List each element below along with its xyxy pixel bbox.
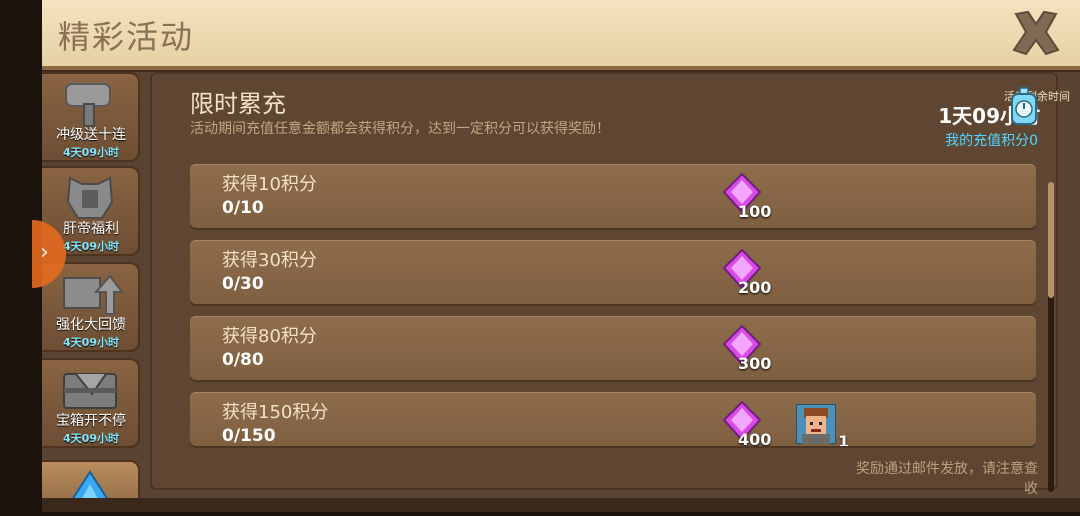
task-name: 获得80积分 [222, 326, 317, 347]
task-list-scrollbar[interactable] [1048, 182, 1054, 492]
close-icon [1012, 10, 1060, 56]
gem-count: 200 [738, 278, 772, 297]
task-progress: 0/80 [222, 350, 264, 370]
gem-count: 400 [738, 430, 772, 446]
task-name: 获得150积分 [222, 402, 329, 423]
reward-task-row: 获得10积分 0/10 100 [190, 164, 1036, 228]
armor-icon [66, 176, 114, 219]
task-name: 获得30积分 [222, 250, 317, 271]
event-window: 精彩活动 冲级送十连 4天09小时 肝帝福利 4天09小时 强化大回馈 4天09… [32, 0, 1080, 512]
reward-task-row: 获得30积分 0/30 200 [190, 240, 1036, 304]
sidebar-item-timer: 4天09小时 [63, 336, 119, 349]
task-progress: 0/10 [222, 198, 264, 218]
chest-icon [63, 373, 117, 409]
hammer-icon [65, 83, 111, 127]
my-points: 我的充值积分0 [850, 130, 1038, 150]
stopwatch-icon [1011, 87, 1037, 125]
sidebar-item-timer: 4天09小时 [63, 146, 119, 159]
my-points-value: 0 [1029, 133, 1038, 149]
gem-count: 100 [738, 202, 772, 221]
sidebar-item-label: 强化大回馈 [56, 317, 126, 333]
task-progress: 0/30 [222, 274, 264, 294]
hero-count: 1 [838, 432, 850, 446]
task-name: 获得10积分 [222, 174, 317, 195]
recharge-panel: 限时累充 活动期间充值任意金额都会获得积分，达到一定积分可以获得奖励！ 活动剩余… [150, 72, 1070, 497]
sidebar-item-timer: 4天09小时 [63, 432, 119, 445]
sidebar-item-level-up[interactable]: 冲级送十连 4天09小时 [42, 72, 140, 162]
window-title: 精彩活动 [58, 18, 195, 56]
my-points-label: 我的充值积分 [945, 133, 1030, 149]
panel-title: 限时累充 [190, 90, 286, 118]
scrollbar-thumb[interactable] [1048, 182, 1054, 298]
gem-count: 300 [738, 354, 772, 373]
mail-delivery-note: 奖励通过邮件发放，请注意查收 [856, 461, 1038, 497]
hero-portrait-icon[interactable] [796, 404, 836, 444]
activity-sidebar: 冲级送十连 4天09小时 肝帝福利 4天09小时 强化大回馈 4天09小时 宝箱… [32, 70, 142, 512]
reward-task-row: 获得80积分 0/80 300 [190, 316, 1036, 380]
close-button[interactable] [1008, 8, 1064, 58]
task-progress: 0/150 [222, 426, 276, 446]
chevron-right-icon: › [40, 240, 49, 265]
panel-description: 活动期间充值任意金额都会获得积分，达到一定积分可以获得奖励！ [190, 121, 610, 137]
sidebar-item-label: 冲级送十连 [56, 127, 126, 143]
anvil-upgrade-icon [63, 274, 124, 315]
window-frame-bottom [42, 498, 1080, 512]
reward-task-row: 获得150积分 0/150 400 1 [190, 392, 1036, 446]
sidebar-item-label: 宝箱开不停 [56, 413, 126, 429]
sidebar-item-chest-event[interactable]: 宝箱开不停 4天09小时 [42, 358, 140, 448]
header-bar: 精彩活动 [42, 0, 1080, 70]
